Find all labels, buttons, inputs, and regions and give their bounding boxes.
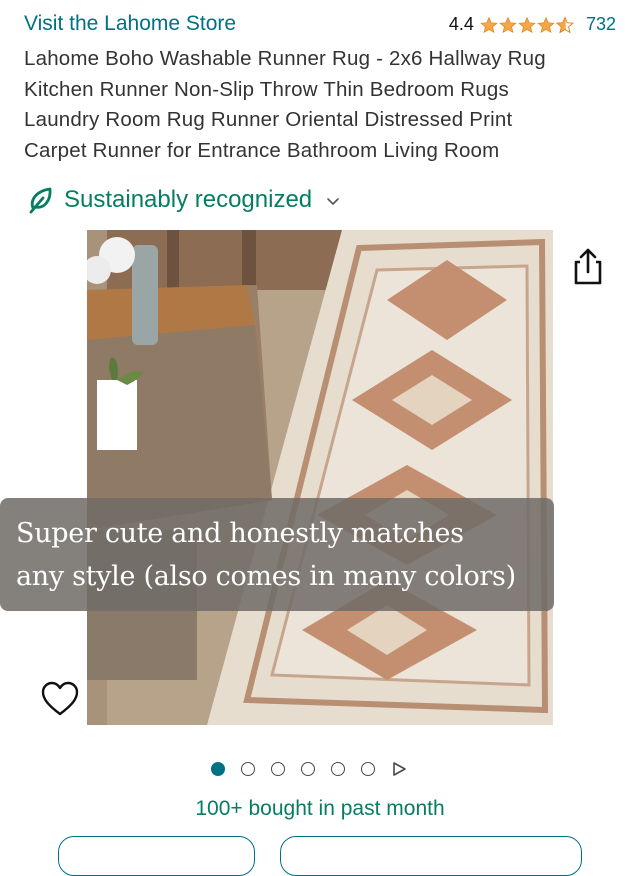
rug-photo — [87, 230, 553, 725]
carousel-dot[interactable] — [211, 762, 225, 776]
image-carousel-indicator[interactable] — [211, 761, 407, 777]
product-title: Lahome Boho Washable Runner Rug - 2x6 Ha… — [24, 44, 616, 166]
carousel-dot[interactable] — [331, 762, 345, 776]
product-image[interactable] — [87, 230, 553, 725]
sustainability-label: Sustainably recognized — [64, 186, 313, 213]
leaf-icon — [29, 187, 52, 214]
title-line: Lahome Boho Washable Runner Rug - 2x6 Ha… — [24, 47, 546, 70]
carousel-dot[interactable] — [271, 762, 285, 776]
star-icon — [518, 16, 536, 33]
title-line: Laundry Room Rug Runner Oriental Distres… — [24, 108, 513, 131]
carousel-dot[interactable] — [301, 762, 315, 776]
rating-value: 4.4 — [448, 14, 474, 34]
review-count-link[interactable]: 732 — [586, 14, 616, 35]
star-icon — [480, 16, 498, 33]
star-rating — [480, 15, 574, 34]
star-icon — [499, 16, 517, 33]
bought-count-text: 100+ bought in past month — [195, 797, 445, 820]
play-video-icon[interactable] — [391, 761, 407, 777]
sustainability-dropdown[interactable]: Sustainably recognized — [28, 186, 340, 214]
option-button[interactable] — [280, 836, 582, 876]
option-button[interactable] — [58, 836, 255, 876]
image-caption: Super cute and honestly matches any styl… — [0, 498, 554, 611]
heart-icon[interactable] — [40, 680, 80, 718]
title-line: Kitchen Runner Non-Slip Throw Thin Bedro… — [24, 77, 509, 101]
star-half-icon — [555, 15, 574, 33]
title-line: Carpet Runner for Entrance Bathroom Livi… — [24, 138, 500, 162]
carousel-dot[interactable] — [361, 762, 375, 776]
visit-store-link[interactable]: Visit the Lahome Store — [24, 12, 236, 36]
star-icon — [537, 16, 555, 33]
carousel-dot[interactable] — [241, 762, 255, 776]
chevron-down-icon — [327, 198, 339, 206]
share-icon[interactable] — [570, 246, 606, 286]
rating-summary[interactable]: 4.4 732 — [449, 14, 616, 35]
caption-line: Super cute and honestly matches — [16, 518, 464, 549]
caption-line: any style (also comes in many colors) — [16, 561, 516, 592]
